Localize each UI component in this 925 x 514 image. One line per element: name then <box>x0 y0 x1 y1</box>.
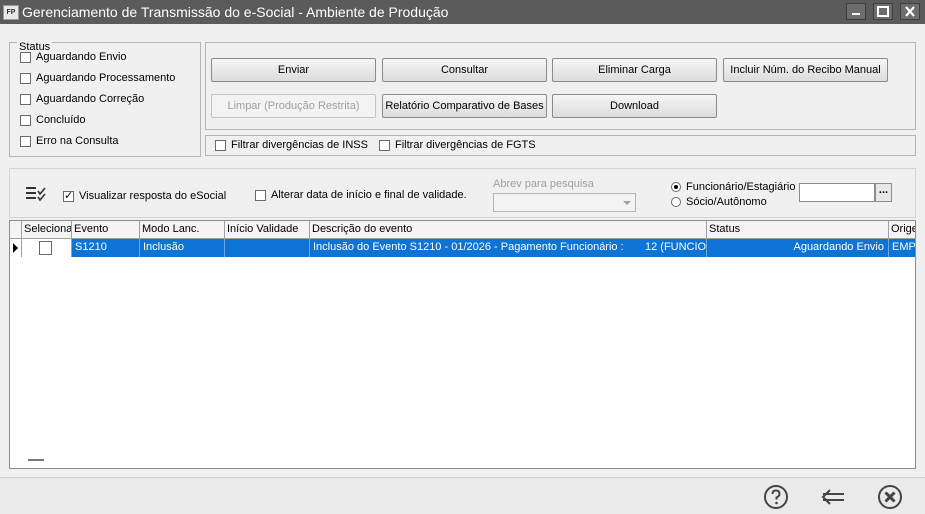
status-option-label: Aguardando Envio <box>36 51 127 63</box>
visualizar-resposta-label: Visualizar resposta do eSocial <box>79 190 227 202</box>
status-checkbox-1[interactable] <box>20 73 31 84</box>
status-checkbox-2[interactable] <box>20 94 31 105</box>
status-option-label: Aguardando Processamento <box>36 72 176 84</box>
close-icon <box>905 6 915 17</box>
status-option-label: Concluído <box>36 114 86 126</box>
list-check-icon <box>26 187 46 202</box>
close-circle-icon <box>878 485 902 509</box>
cell-descricao-extra: 12 (FUNCION <box>645 241 707 253</box>
row-indicator <box>10 239 22 257</box>
minimize-button[interactable] <box>846 3 866 20</box>
row-indicator-header <box>10 221 22 239</box>
back-arrow-icon <box>821 489 844 505</box>
app-icon: FP <box>3 5 19 20</box>
filtrar-fgts-label: Filtrar divergências de FGTS <box>395 139 536 151</box>
table-row[interactable]: S1210 Inclusão Inclusão do Evento S1210 … <box>10 239 915 257</box>
status-option-label: Aguardando Correção <box>36 93 145 105</box>
cell-descricao: Inclusão do Evento S1210 - 01/2026 - Pag… <box>310 239 707 257</box>
row-select-checkbox[interactable] <box>39 241 52 255</box>
filtrar-fgts-checkbox[interactable] <box>379 140 390 151</box>
cell-evento: S1210 <box>72 239 140 257</box>
column-options-button[interactable] <box>24 183 48 205</box>
exit-button[interactable] <box>877 484 903 510</box>
status-checkbox-3[interactable] <box>20 115 31 126</box>
filtrar-inss-label: Filtrar divergências de INSS <box>231 139 368 151</box>
close-button[interactable] <box>900 3 920 20</box>
funcionario-label: Funcionário/Estagiário <box>686 181 796 193</box>
enviar-button[interactable]: Enviar <box>211 58 376 82</box>
column-header-evento[interactable]: Evento <box>72 221 140 239</box>
column-header-inicio[interactable]: Início Validade <box>225 221 310 239</box>
eliminar-carga-button[interactable]: Eliminar Carga <box>552 58 717 82</box>
minimize-icon <box>852 13 860 15</box>
column-header-status[interactable]: Status <box>707 221 889 239</box>
filtrar-inss-checkbox[interactable] <box>215 140 226 151</box>
maximize-icon <box>877 6 889 17</box>
incluir-recibo-button[interactable]: Incluir Núm. do Recibo Manual <box>723 58 888 82</box>
horizontal-scroll-thumb[interactable] <box>28 459 44 461</box>
help-icon <box>764 485 788 509</box>
relatorio-button[interactable]: Relatório Comparativo de Bases <box>382 94 547 118</box>
socio-radio[interactable] <box>671 197 681 207</box>
socio-label: Sócio/Autônomo <box>686 196 767 208</box>
abrev-label: Abrev para pesquisa <box>493 178 594 190</box>
window-title: Gerenciamento de Transmissão do e-Social… <box>22 4 449 20</box>
cell-modo: Inclusão <box>140 239 225 257</box>
status-option-label: Erro na Consulta <box>36 135 119 147</box>
lookup-input[interactable] <box>799 183 875 202</box>
column-header-origem[interactable]: Orige <box>889 221 915 239</box>
cell-origem: EMPR <box>892 241 916 253</box>
cell-inicio <box>225 239 310 257</box>
lookup-button[interactable]: ... <box>875 183 892 202</box>
status-checkbox-4[interactable] <box>20 136 31 147</box>
help-button[interactable] <box>763 484 789 510</box>
alterar-data-label: Alterar data de início e final de valida… <box>271 189 467 201</box>
cell-descricao-text: Inclusão do Evento S1210 - 01/2026 - Pag… <box>313 241 624 253</box>
events-grid[interactable]: Seleciona Evento Modo Lanc. Início Valid… <box>9 220 916 469</box>
limpar-button[interactable]: Limpar (Produção Restrita) <box>211 94 376 118</box>
alterar-data-checkbox[interactable] <box>255 190 266 201</box>
maximize-button[interactable] <box>873 3 893 20</box>
consultar-button[interactable]: Consultar <box>382 58 547 82</box>
back-button[interactable] <box>820 484 846 510</box>
abrev-select[interactable] <box>493 193 636 212</box>
visualizar-resposta-checkbox[interactable] <box>63 189 74 202</box>
title-bar: FP Gerenciamento de Transmissão do e-Soc… <box>0 0 925 24</box>
column-header-modo[interactable]: Modo Lanc. <box>140 221 225 239</box>
cell-status: Aguardando Envio <box>707 239 889 257</box>
column-header-descricao[interactable]: Descrição do evento <box>310 221 707 239</box>
cell-seleciona <box>22 239 72 257</box>
column-header-seleciona[interactable]: Seleciona <box>22 221 72 239</box>
chevron-down-icon <box>623 201 631 205</box>
funcionario-radio[interactable] <box>671 182 681 192</box>
row-pointer-icon <box>13 243 18 253</box>
status-checkbox-0[interactable] <box>20 52 31 63</box>
download-button[interactable]: Download <box>552 94 717 118</box>
